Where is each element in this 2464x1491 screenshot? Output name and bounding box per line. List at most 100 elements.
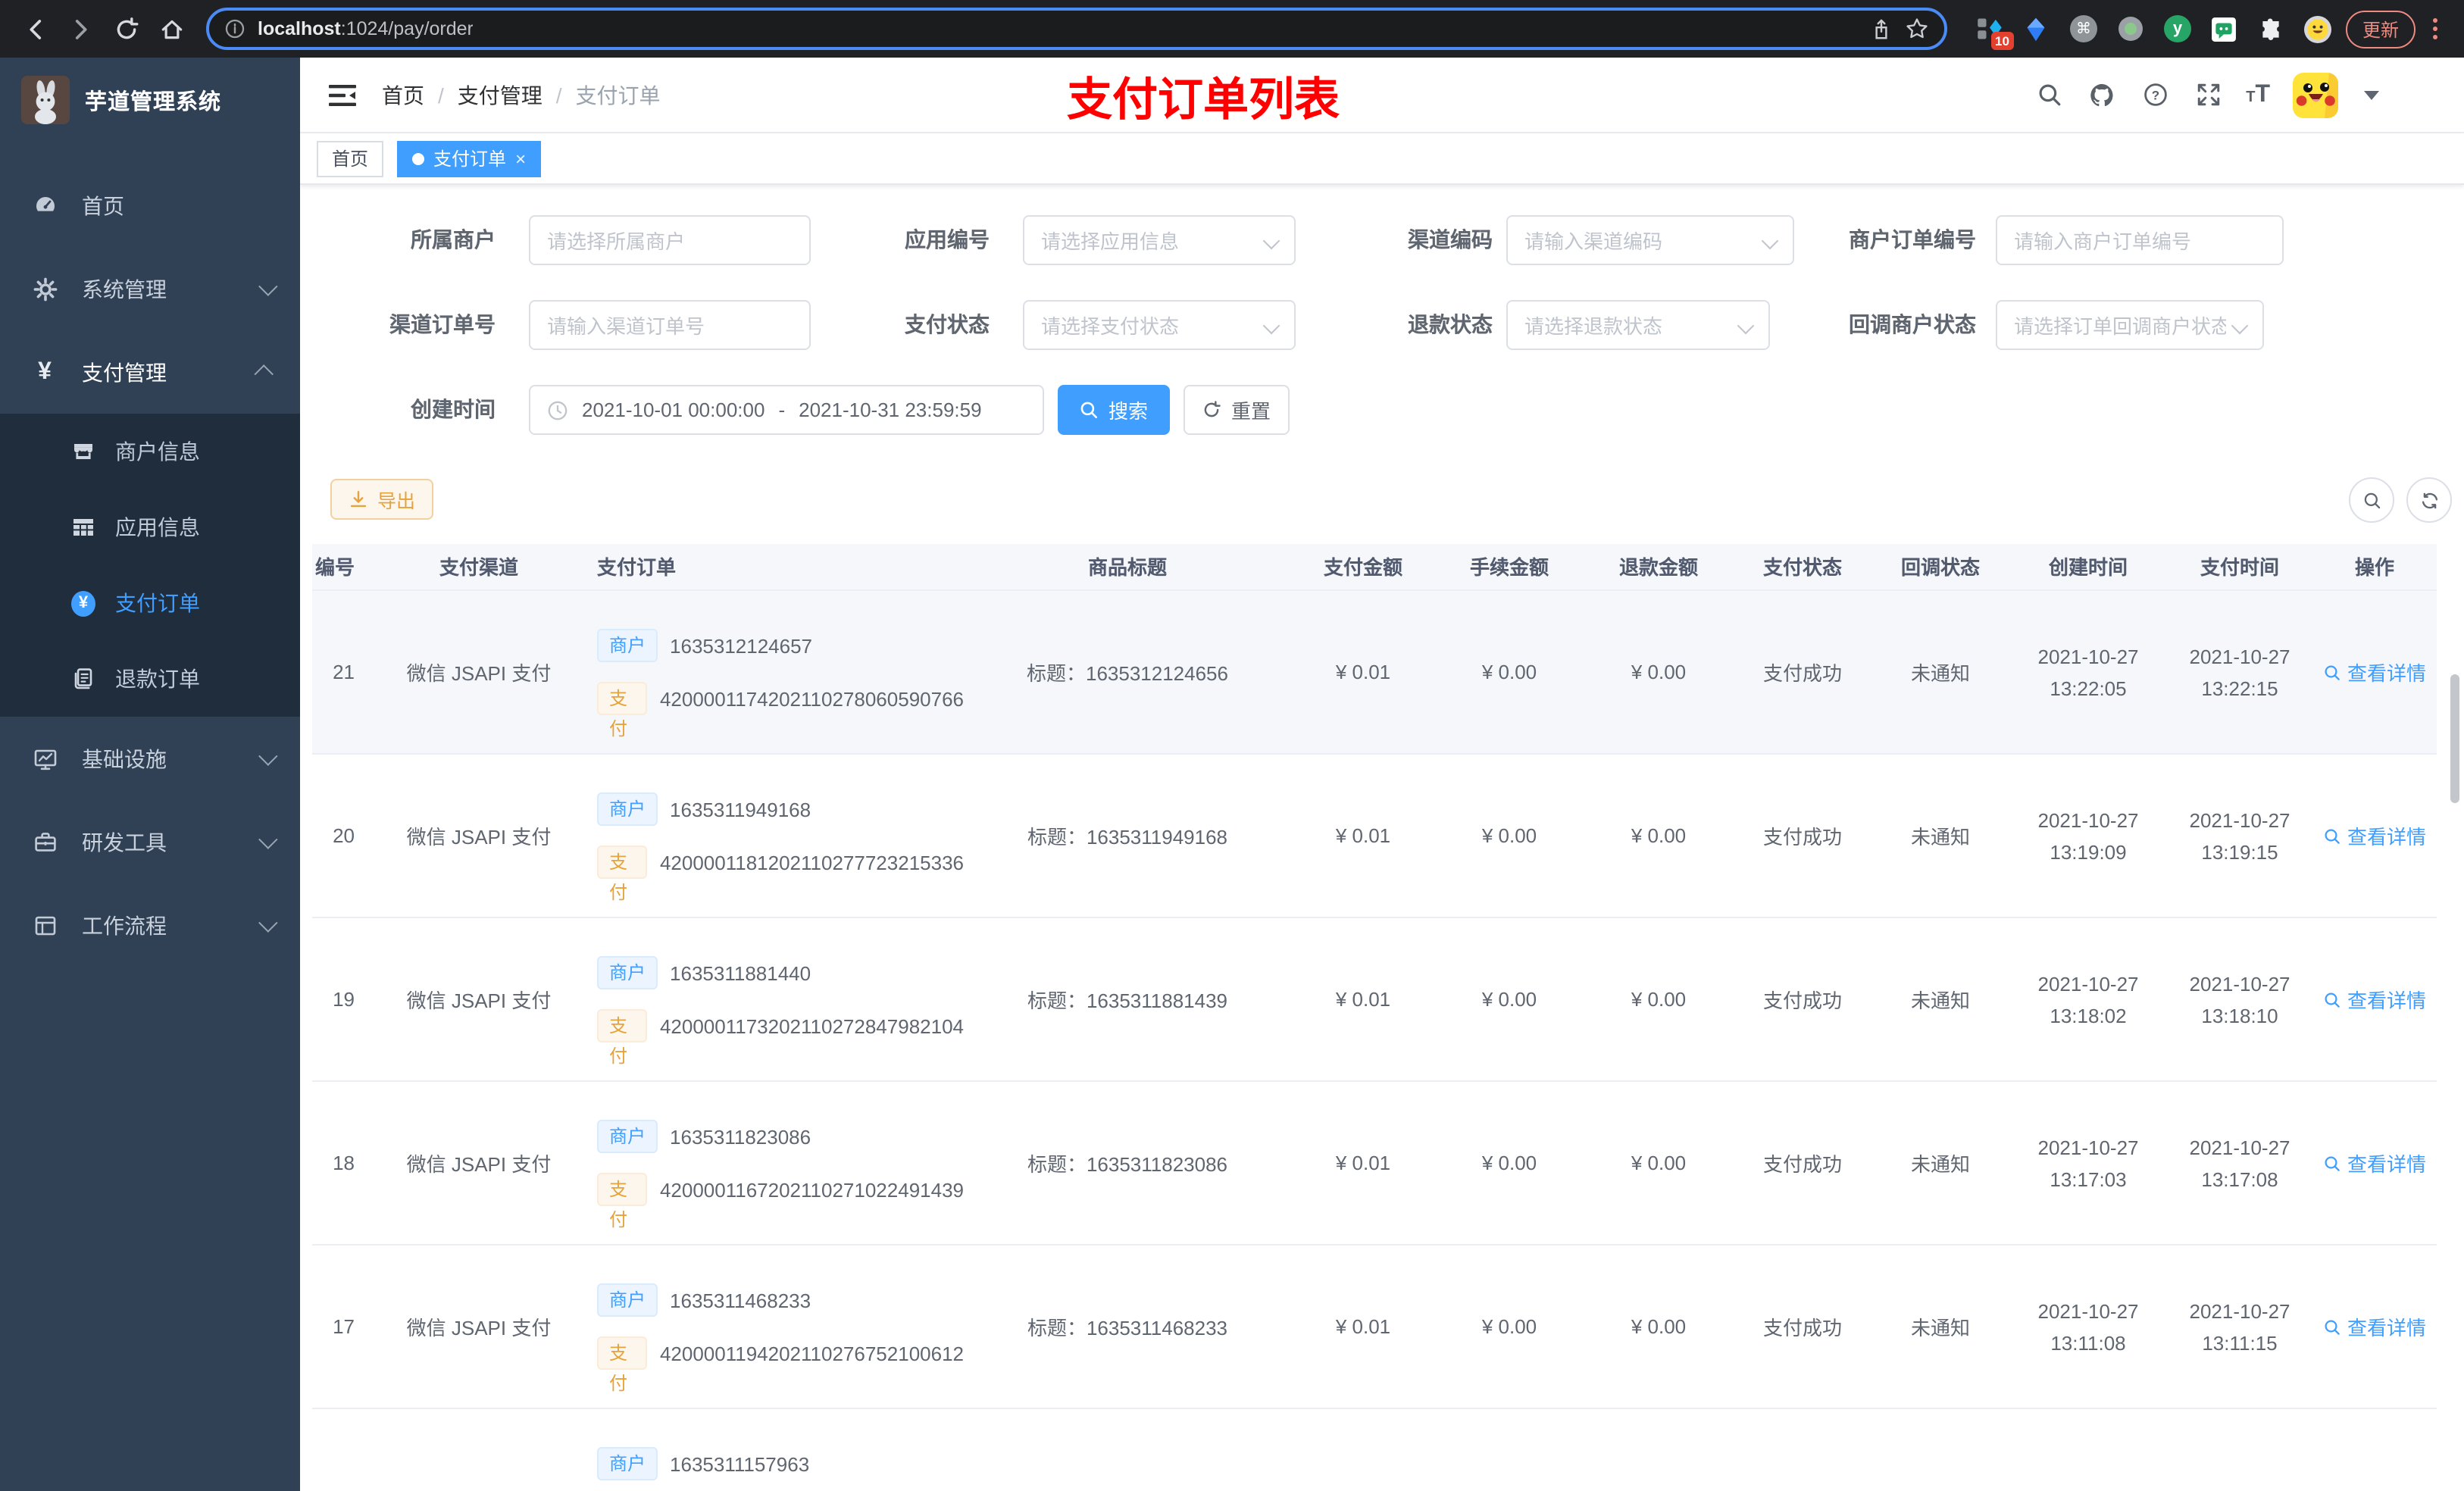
merchant-order-no-input[interactable]: 请输入商户订单编号 bbox=[1996, 215, 2284, 265]
order-id-cell: 19 bbox=[333, 988, 355, 1011]
channel-code-select[interactable]: 请输入渠道编码 bbox=[1506, 215, 1794, 265]
sidebar-item-label: 支付管理 bbox=[82, 360, 167, 384]
breadcrumb-pay-mgmt[interactable]: 支付管理 bbox=[458, 80, 543, 110]
extension-command-icon[interactable]: ⌘ bbox=[2068, 14, 2099, 44]
extension-squares-icon[interactable]: 10 bbox=[1975, 14, 2014, 50]
toggle-search-button[interactable] bbox=[2349, 477, 2394, 523]
col-pay-order: 支付订单 bbox=[597, 556, 677, 579]
url-bar[interactable]: localhost:1024/pay/order bbox=[206, 8, 1947, 50]
extension-chat-icon[interactable] bbox=[2209, 14, 2240, 44]
extension-dot-icon[interactable] bbox=[2115, 14, 2146, 44]
tag-home[interactable]: 首页 bbox=[317, 140, 384, 177]
action-cell: 查看详情 bbox=[2312, 755, 2437, 917]
merchant-tag: 商户 bbox=[597, 1447, 658, 1480]
create-time-range-picker[interactable]: 2021-10-01 00:00:00 - 2021-10-31 23:59:5… bbox=[529, 385, 1044, 435]
notify-status-cell: 未通知 bbox=[1910, 1317, 1970, 1339]
table-row: 商户 1635311157963 支付 查看详情 bbox=[312, 1409, 2437, 1491]
sidebar-submenu-pay: 商户信息 应用信息 ¥ 支付订单 退款订单 bbox=[0, 414, 300, 717]
sidebar-item-app-info[interactable]: 应用信息 bbox=[0, 489, 300, 565]
sidebar-logo[interactable]: 芋道管理系统 bbox=[0, 58, 300, 142]
refund-amount-cell: ¥ 0.00 bbox=[1631, 661, 1687, 683]
filter-label-notify-status: 回调商户状态 bbox=[1849, 312, 1976, 336]
fullscreen-icon[interactable] bbox=[2193, 80, 2223, 110]
avatar[interactable] bbox=[2293, 72, 2338, 117]
pay-status-select[interactable]: 请选择支付状态 bbox=[1023, 300, 1296, 350]
view-detail-link[interactable]: 查看详情 bbox=[2323, 658, 2426, 686]
sidebar-item-label: 基础设施 bbox=[82, 746, 167, 771]
browser-update-button[interactable]: 更新 bbox=[2345, 10, 2416, 48]
app-select[interactable]: 请选择应用信息 bbox=[1023, 215, 1296, 265]
close-icon[interactable]: × bbox=[515, 149, 526, 167]
sidebar-item-infra[interactable]: 基础设施 bbox=[0, 717, 300, 800]
user-menu-caret-icon[interactable] bbox=[2364, 90, 2379, 99]
search-button[interactable]: 搜索 bbox=[1058, 385, 1170, 435]
main-area: 首页 / 支付管理 / 支付订单 支付订单列表 ? T T 首页 支付订单 × … bbox=[300, 58, 2464, 1491]
pay-channel-cell bbox=[373, 1409, 585, 1491]
notify-status-cell: 未通知 bbox=[1910, 662, 1970, 685]
view-detail-link[interactable]: 查看详情 bbox=[2323, 1149, 2426, 1177]
reset-button[interactable]: 重置 bbox=[1184, 385, 1290, 435]
sidebar-item-refund-order[interactable]: 退款订单 bbox=[0, 641, 300, 717]
order-id-cell: 17 bbox=[333, 1315, 355, 1338]
product-title-cell: 标题：1635311823086 bbox=[1027, 1153, 1228, 1176]
sidebar-item-pay-order[interactable]: ¥ 支付订单 bbox=[0, 565, 300, 641]
action-cell: 查看详情 bbox=[2312, 591, 2437, 753]
sidebar-menu: 首页 系统管理 ¥ 支付管理 商户信息 应用信息 ¥ 支付订单 退款订单 基础设… bbox=[0, 164, 300, 967]
github-icon[interactable] bbox=[2087, 80, 2117, 110]
extension-emoji-icon[interactable] bbox=[2303, 14, 2334, 44]
channel-order-no-input[interactable]: 请输入渠道订单号 bbox=[529, 300, 811, 350]
pay-order-cell: 商户 1635311468233 支付 42000011942021102767… bbox=[585, 1246, 964, 1408]
pay-status-cell bbox=[1734, 1409, 1871, 1491]
refund-status-select[interactable]: 请选择退款状态 bbox=[1506, 300, 1770, 350]
col-refund: 退款金额 bbox=[1618, 556, 1698, 579]
table-header: 编号 支付渠道 支付订单 商品标题 支付金额 手续金额 退款金额 支付状态 回调… bbox=[312, 544, 2437, 591]
back-button[interactable] bbox=[15, 9, 55, 48]
pay-time-cell: 2021-10-27 13:18:10 bbox=[2189, 972, 2290, 1027]
browser-menu-icon[interactable] bbox=[2422, 14, 2449, 44]
help-icon[interactable]: ? bbox=[2140, 80, 2170, 110]
export-button[interactable]: 导出 bbox=[330, 479, 434, 520]
share-icon[interactable] bbox=[1870, 17, 1893, 40]
toolbox-icon bbox=[32, 829, 58, 855]
merchant-order-no: 1635311949168 bbox=[670, 798, 811, 821]
sidebar-fold-icon[interactable] bbox=[321, 73, 364, 116]
sidebar-item-system[interactable]: 系统管理 bbox=[0, 247, 300, 330]
end-date: 2021-10-31 23:59:59 bbox=[799, 399, 982, 421]
search-icon[interactable] bbox=[2034, 80, 2064, 110]
view-detail-link[interactable]: 查看详情 bbox=[2323, 821, 2426, 850]
site-info-icon[interactable] bbox=[224, 18, 245, 39]
notify-status-select[interactable]: 请选择订单回调商户状态 bbox=[1996, 300, 2264, 350]
fee-amount-cell bbox=[1435, 1409, 1584, 1491]
breadcrumb-home[interactable]: 首页 bbox=[382, 80, 424, 110]
refresh-button[interactable] bbox=[2406, 477, 2452, 523]
view-detail-link[interactable]: 查看详情 bbox=[2323, 1312, 2426, 1341]
sidebar-item-merchant-info[interactable]: 商户信息 bbox=[0, 414, 300, 489]
sidebar-item-home[interactable]: 首页 bbox=[0, 164, 300, 247]
merchant-select[interactable]: 请选择所属商户 bbox=[529, 215, 811, 265]
forward-button[interactable] bbox=[61, 9, 100, 48]
sidebar-item-label: 商户信息 bbox=[115, 439, 200, 464]
home-button[interactable] bbox=[152, 9, 191, 48]
sidebar-item-pay[interactable]: ¥ 支付管理 bbox=[0, 330, 300, 414]
sidebar-item-workflow[interactable]: 工作流程 bbox=[0, 883, 300, 967]
reload-button[interactable] bbox=[106, 9, 145, 48]
pay-amount-cell bbox=[1291, 1409, 1435, 1491]
sidebar-item-label: 支付订单 bbox=[115, 591, 200, 615]
product-title-cell bbox=[964, 1409, 1291, 1491]
sidebar-item-devtools[interactable]: 研发工具 bbox=[0, 800, 300, 883]
tag-pay-order[interactable]: 支付订单 × bbox=[397, 140, 542, 177]
table-row: 18 微信 JSAPI 支付 商户 1635311823086 支付 42000… bbox=[312, 1082, 2437, 1246]
font-size-icon[interactable]: TT bbox=[2246, 81, 2270, 108]
scrollbar-thumb[interactable] bbox=[2450, 674, 2459, 803]
dashboard-icon bbox=[32, 192, 58, 218]
view-detail-link[interactable]: 查看详情 bbox=[2323, 985, 2426, 1014]
table-row: 20 微信 JSAPI 支付 商户 1635311949168 支付 42000… bbox=[312, 755, 2437, 918]
merchant-order-no: 1635311468233 bbox=[670, 1289, 811, 1311]
bookmark-star-icon[interactable] bbox=[1905, 17, 1929, 41]
sidebar-item-label: 应用信息 bbox=[115, 515, 200, 539]
extension-y-icon[interactable]: y bbox=[2162, 14, 2193, 44]
extension-kite-icon[interactable] bbox=[2022, 14, 2052, 44]
merchant-tag: 商户 bbox=[597, 629, 658, 662]
extension-puzzle-icon[interactable] bbox=[2256, 14, 2287, 44]
gear-icon bbox=[32, 276, 58, 302]
